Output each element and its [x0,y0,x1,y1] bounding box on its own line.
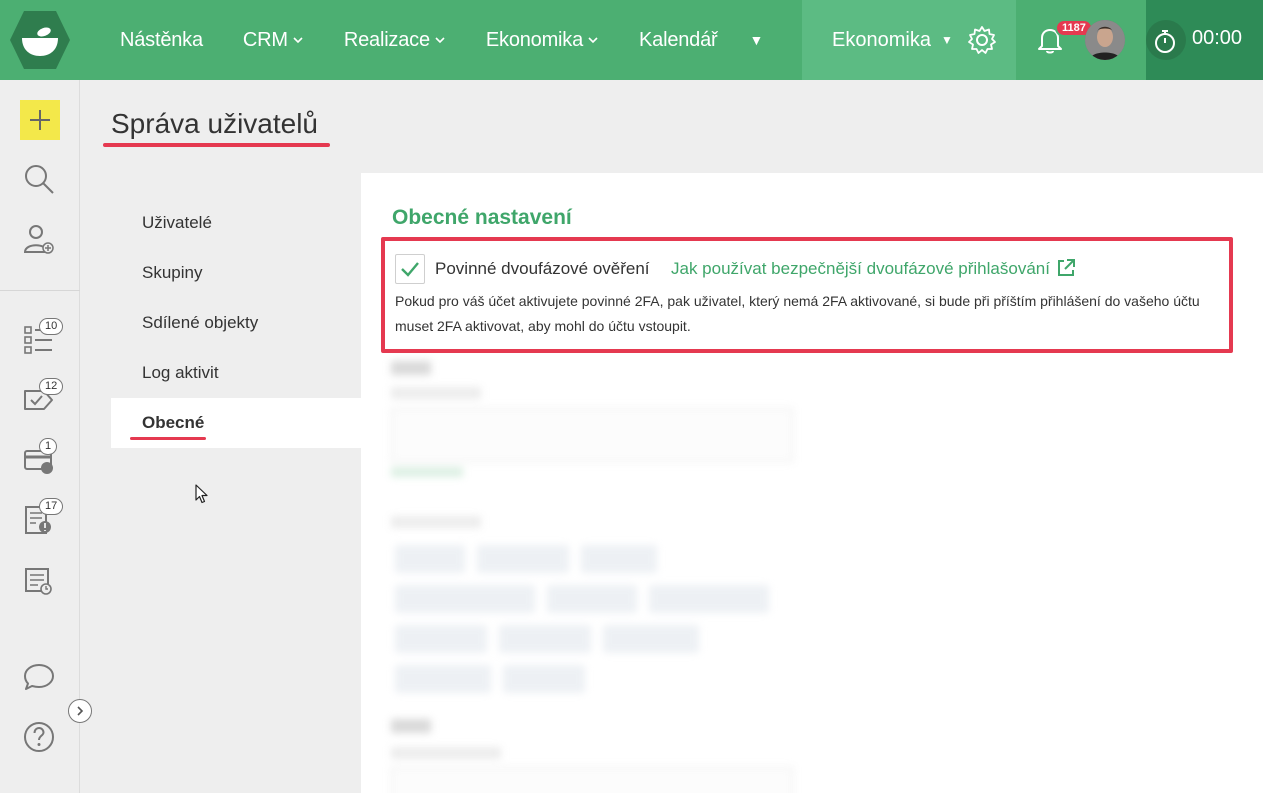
avatar[interactable] [1085,20,1125,60]
search-icon[interactable] [22,162,56,196]
blurred-heading [391,361,431,375]
module-switch-label: Ekonomika [832,28,931,51]
nav-crm[interactable]: CRM [243,29,304,52]
issues-badge: 17 [39,498,64,515]
chevron-down-icon [293,37,303,44]
nav-label: CRM [242,28,288,51]
submenu-item-skupiny[interactable]: Skupiny [111,248,361,298]
add-button[interactable] [20,100,60,140]
payments-badge: 1 [39,438,58,455]
blurred-chip [581,545,657,573]
timer-value: 00:00 [1192,27,1243,49]
app-logo-icon[interactable] [8,8,72,72]
submenu-label: Skupiny [142,263,203,282]
submenu-item-sdilene-objekty[interactable]: Sdílené objekty [111,298,361,348]
module-switch[interactable]: Ekonomika ▼ [802,0,1016,80]
main-nav: Nástěnka CRM Realizace Ekonomika Kalendá… [120,0,763,80]
blurred-link [391,467,463,477]
chat-icon[interactable] [22,660,56,694]
nav-kalendar[interactable]: Kalendář [639,28,718,52]
blurred-chip [395,585,535,613]
settings-panel: Obecné nastavení Povinné dvoufázové ověř… [361,173,1263,793]
nav-label: Nástěnka [120,28,203,51]
mouse-cursor-icon [195,484,208,504]
twofa-help-link[interactable]: Jak používat bezpečnější dvoufázové přih… [671,259,1050,279]
nav-realizace[interactable]: Realizace [344,29,446,52]
blurred-chip [395,665,491,693]
external-link-icon[interactable] [1056,258,1076,278]
left-rail: 10 12 1 17 [0,80,92,793]
blurred-chip [395,545,465,573]
submenu-item-uzivatele[interactable]: Uživatelé [111,198,361,248]
chevron-down-icon [435,37,445,44]
blurred-text [391,516,481,528]
tasks-badge: 10 [39,318,64,335]
approvals-badge: 12 [39,378,64,395]
page-title: Správa uživatelů [111,108,319,139]
nav-more-caret-icon[interactable]: ▼ [750,32,764,48]
rail-divider [0,290,80,291]
blurred-chip [649,585,769,613]
blurred-chip [603,625,699,653]
blurred-chip [547,585,637,613]
blurred-text [391,747,501,759]
submenu-label: Sdílené objekty [142,313,259,332]
timesheet-icon[interactable] [22,565,56,599]
caret-down-icon: ▼ [940,33,953,47]
chevron-down-icon [588,37,598,44]
nav-label: Ekonomika [485,28,584,51]
plus-icon [30,110,50,130]
settings-submenu: Uživatelé Skupiny Sdílené objekty Log ak… [111,198,361,448]
blurred-chip [477,545,569,573]
blurred-heading [391,719,431,733]
user-avatar-icon [1085,20,1125,60]
twofa-setting-highlight: Povinné dvoufázové ověření Jak používat … [381,237,1233,353]
add-user-icon[interactable] [22,222,56,256]
top-bar: Nástěnka CRM Realizace Ekonomika Kalendá… [0,0,1263,80]
twofa-label: Povinné dvoufázové ověření [435,259,650,278]
time-tracker[interactable]: 00:00 [1146,0,1263,80]
submenu-item-obecne[interactable]: Obecné [111,398,361,448]
gear-icon[interactable] [966,24,998,56]
twofa-checkbox[interactable] [395,254,425,284]
twofa-description: Pokud pro váš účet aktivujete povinné 2F… [395,293,1200,334]
blurred-chip [499,625,591,653]
blurred-input [391,408,793,462]
chevron-right-icon [77,706,84,716]
blurred-settings-area [381,353,1261,793]
submenu-label: Uživatelé [142,213,212,232]
submenu-label: Log aktivit [142,363,219,382]
help-icon[interactable] [22,720,56,754]
stopwatch-icon [1155,30,1175,53]
nav-ekonomika[interactable]: Ekonomika [486,29,599,52]
nav-label: Realizace [343,28,430,51]
checkmark-icon [401,262,419,277]
blurred-text [391,387,481,399]
submenu-item-log-aktivit[interactable]: Log aktivit [111,348,361,398]
nav-label: Kalendář [639,28,718,51]
submenu-label: Obecné [142,413,205,432]
title-underline [103,143,330,147]
blurred-chip [503,665,585,693]
section-title: Obecné nastavení [392,206,572,229]
expand-rail-button[interactable] [68,699,92,723]
blurred-chip [395,625,487,653]
blurred-input [391,767,793,793]
active-underline [130,437,206,440]
nav-nastenka[interactable]: Nástěnka [120,29,203,52]
